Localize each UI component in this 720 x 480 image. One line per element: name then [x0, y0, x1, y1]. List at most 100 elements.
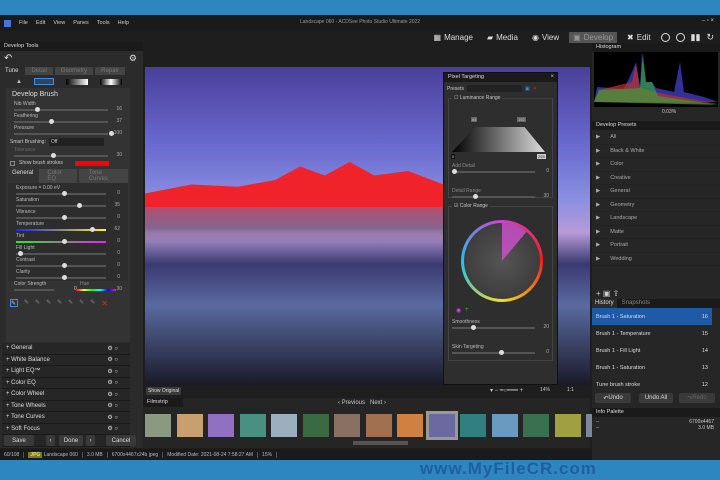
stats-icon[interactable]: ▮▮ [691, 32, 701, 43]
filmstrip-thumbnail[interactable] [491, 414, 518, 437]
history-item[interactable]: Tune brush stroke 12 [592, 376, 712, 393]
slider[interactable]: Saturation 35 [16, 197, 120, 209]
luminance-range-graph[interactable] [452, 127, 545, 152]
delete-preset-icon[interactable]: ✕ [533, 86, 537, 92]
mode-media[interactable]: ▰ Media [483, 32, 522, 43]
radial-gradient-button[interactable] [99, 78, 122, 85]
tolerance-slider[interactable]: Tolerance 30 [14, 147, 122, 159]
history-item[interactable]: Brush 1 - Saturation 16 [592, 308, 712, 325]
tab-repair[interactable]: Repair [95, 67, 125, 75]
filmstrip-thumbnail[interactable] [145, 414, 171, 437]
slider[interactable]: Nib Width 16 [14, 101, 122, 113]
gear-toggle-icon[interactable]: ⚙ ○ [107, 414, 118, 421]
tool-group[interactable]: + White Balance ⚙ ○ [2, 354, 130, 366]
preset-item[interactable]: ▶ General [592, 185, 720, 199]
save-button[interactable]: Save [4, 435, 34, 446]
luminance-checkbox[interactable]: ☐ [454, 95, 458, 101]
gear-toggle-icon[interactable]: ⚙ ○ [107, 379, 118, 386]
brush-slot[interactable]: ✎ [68, 299, 73, 308]
cancel-button[interactable]: Cancel [106, 435, 136, 446]
add-detail-slider[interactable]: Add Detail 0 [452, 163, 549, 175]
undo-button[interactable]: ↶ Undo [595, 393, 631, 403]
gear-toggle-icon[interactable]: ⚙ ○ [107, 368, 118, 375]
previous-button[interactable]: ‹ Previous [338, 400, 365, 406]
smart-brushing-select[interactable]: Off [48, 138, 104, 146]
show-original-button[interactable]: Show Original [146, 387, 182, 395]
redo-button[interactable]: ↷ Redo [679, 393, 715, 403]
lum-mark[interactable]: 192 [517, 117, 526, 122]
preset-item[interactable]: ▶ All [592, 131, 720, 145]
menu-edit[interactable]: Edit [36, 20, 45, 26]
brush-slot[interactable]: ✎ [79, 299, 84, 308]
zoom-slider[interactable]: ▾ − ━○━━━ + [490, 387, 523, 394]
menu-panes[interactable]: Panes [73, 20, 89, 26]
filmstrip-thumbnail[interactable] [271, 414, 297, 437]
brush-slot-1[interactable]: ✎ [10, 299, 18, 307]
filmstrip-thumbnail[interactable] [334, 414, 360, 437]
prev-button[interactable]: ‹ [46, 435, 55, 446]
brush-slot[interactable]: ✎ [57, 299, 62, 308]
stroke-color-swatch[interactable] [74, 160, 109, 166]
slider[interactable]: Temperature 62 [16, 221, 120, 233]
zoom-level[interactable]: 14% [540, 387, 550, 393]
tool-group[interactable]: + Color Wheel ⚙ ○ [2, 389, 130, 401]
menu-file[interactable]: File [19, 20, 28, 26]
slider[interactable]: Feathering 37 [14, 113, 122, 125]
slider[interactable]: Contrast 0 [16, 257, 120, 269]
preset-item[interactable]: ▶ Wedding [592, 253, 720, 266]
filmstrip-thumbnail[interactable] [239, 414, 266, 437]
subtab-general[interactable]: General [8, 169, 38, 183]
slider[interactable]: Tint 0 [16, 233, 120, 245]
mode-edit[interactable]: ✖ Edit [623, 32, 655, 43]
gear-toggle-icon[interactable]: ⚙ ○ [107, 402, 118, 409]
lum-mark[interactable]: 0 [451, 154, 456, 159]
menu-help[interactable]: Help [118, 20, 129, 26]
365-icon[interactable] [675, 32, 685, 42]
brush-slot[interactable]: ✎ [35, 299, 40, 308]
filmstrip-scrollbar[interactable] [353, 441, 408, 445]
filmstrip-thumbnail[interactable] [397, 414, 423, 437]
tab-tune[interactable]: Tune [0, 67, 24, 75]
preset-actions[interactable]: + ▣ ⇪ [596, 289, 619, 298]
tool-group[interactable]: + Tone Wheels ⚙ ○ [2, 400, 130, 412]
menu-view[interactable]: View [53, 20, 65, 26]
hue-slider[interactable] [76, 289, 116, 291]
history-item[interactable]: Brush 1 - Fill Light 14 [592, 342, 712, 359]
undo-icon[interactable]: ↶ [4, 53, 12, 64]
ratio-button[interactable]: 1:1 [567, 387, 574, 393]
history-item[interactable]: Brush 1 - Saturation 13 [592, 359, 712, 376]
filmstrip-thumbnail[interactable] [302, 414, 329, 437]
gear-toggle-icon[interactable]: ⚙ ○ [107, 356, 118, 363]
brush-slot[interactable]: ✎ [46, 299, 51, 308]
add-color-icon[interactable]: + [465, 307, 469, 313]
done-button[interactable]: Done [59, 435, 83, 446]
filmstrip-thumbnail[interactable] [523, 414, 549, 437]
preset-item[interactable]: ▶ Geometry [592, 199, 720, 212]
delete-icon[interactable]: ✕ [101, 299, 108, 308]
preset-item[interactable]: ▶ Black & White [592, 145, 720, 158]
tab-snapshots[interactable]: Snapshots [619, 299, 653, 308]
slider[interactable]: Exposure = 0.00 eV 0 [16, 185, 120, 197]
save-preset-icon[interactable]: ▣ [525, 86, 530, 92]
close-icon[interactable]: × [550, 74, 554, 80]
slider[interactable]: Vibrance 0 [16, 209, 120, 221]
filmstrip-thumbnail[interactable] [425, 411, 458, 440]
menu-tools[interactable]: Tools [97, 20, 110, 26]
tab-history[interactable]: History [592, 299, 617, 308]
gear-toggle-icon[interactable]: ⚙ ○ [107, 391, 118, 398]
smoothness-slider[interactable]: Smoothness 20 [452, 319, 549, 331]
color-strength-slider[interactable]: Color Strength0Hue30 [14, 281, 122, 293]
preset-item[interactable]: ▶ Matte [592, 226, 720, 239]
detail-range-slider[interactable]: Detail Range 30 [452, 188, 549, 200]
slider[interactable]: Fill Light 0 [16, 245, 120, 257]
lum-mark[interactable]: 64 [471, 117, 478, 122]
skin-targeting-slider[interactable]: Skin Targeting 0 [452, 344, 549, 356]
filmstrip-thumbnail[interactable] [176, 414, 203, 437]
tool-group[interactable]: + General ⚙ ○ [2, 343, 130, 355]
sync-icon[interactable]: ↻ [706, 32, 714, 43]
mode-view[interactable]: ◉ View [528, 32, 563, 43]
tool-group[interactable]: + Light EQ™ ⚙ ○ [2, 366, 130, 378]
dashboard-icon[interactable] [660, 32, 670, 42]
subtab-tone-curves[interactable]: Tone Curves [78, 169, 128, 183]
color-range-checkbox[interactable]: ☑ [454, 203, 458, 209]
